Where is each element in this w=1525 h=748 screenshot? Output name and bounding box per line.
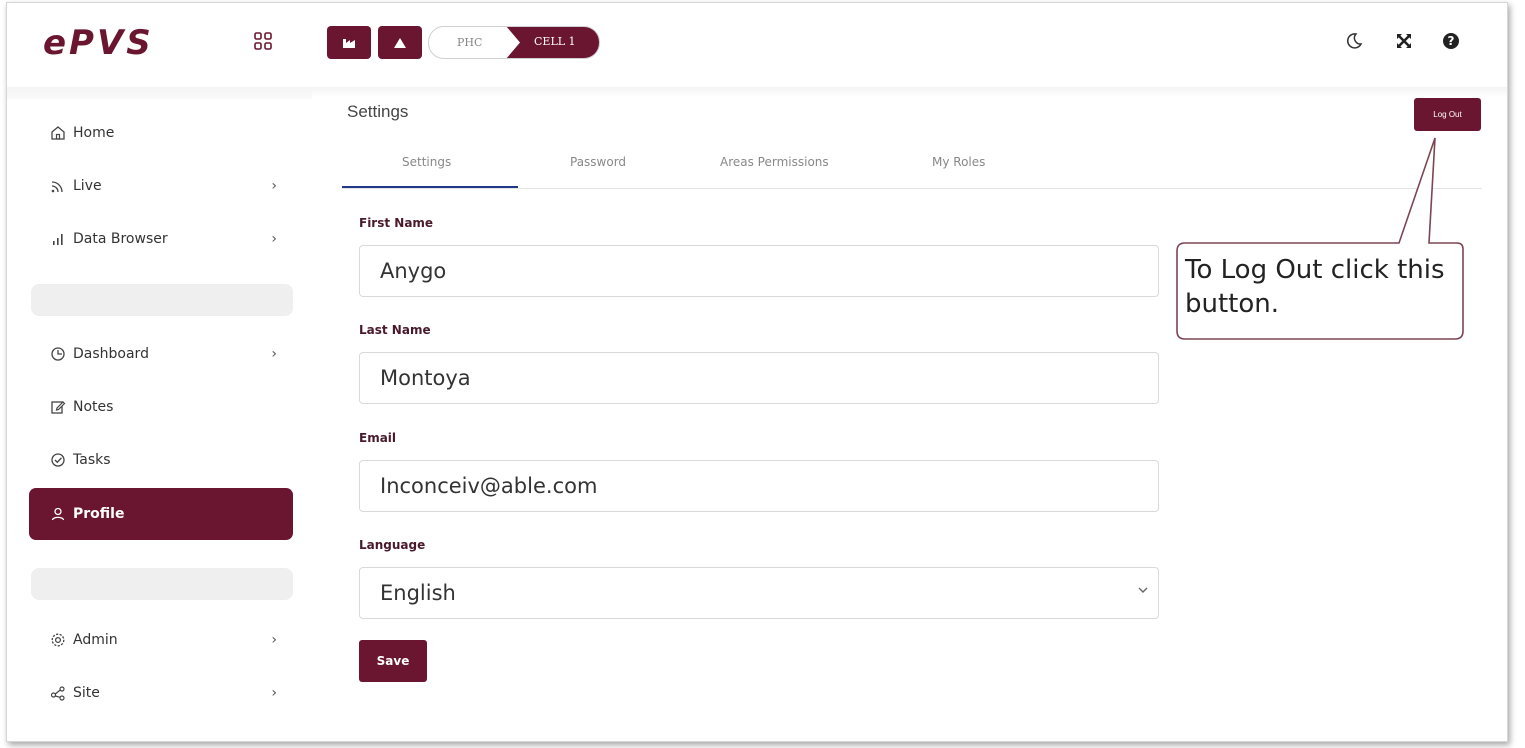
sidebar-item-admin[interactable]: Admin › — [29, 615, 293, 665]
chevron-right-icon: › — [271, 346, 277, 362]
tab-my-roles[interactable]: My Roles — [932, 155, 985, 169]
sidebar-item-label: Dashboard — [73, 346, 149, 362]
tab-settings[interactable]: Settings — [402, 155, 451, 169]
first-name-value: Anygo — [380, 259, 447, 283]
app-window: ePVS Home Live › Data Browser › Dashboar… — [6, 2, 1508, 742]
language-label: Language — [359, 538, 426, 552]
first-name-field[interactable]: Anygo — [359, 245, 1159, 297]
sidebar-section-placeholder — [31, 284, 293, 316]
site-view-button[interactable] — [378, 26, 422, 59]
chevron-right-icon: › — [271, 231, 277, 247]
rss-icon — [49, 177, 67, 195]
language-select[interactable]: English — [359, 567, 1159, 619]
edit-icon — [49, 398, 67, 416]
breadcrumb-level-1[interactable]: PHC — [457, 36, 482, 49]
first-name-label: First Name — [359, 216, 434, 230]
home-icon — [49, 124, 67, 142]
factory-icon — [343, 38, 355, 48]
fullscreen-icon[interactable] — [1393, 30, 1415, 52]
chevron-right-icon: › — [271, 685, 277, 701]
chevron-right-icon: › — [271, 632, 277, 648]
sidebar-item-label: Data Browser — [73, 231, 168, 247]
last-name-field[interactable]: Montoya — [359, 352, 1159, 404]
last-name-label: Last Name — [359, 323, 431, 337]
tab-areas-permissions[interactable]: Areas Permissions — [720, 155, 829, 169]
language-value: English — [380, 581, 456, 605]
sidebar-item-tasks[interactable]: Tasks — [29, 435, 293, 485]
area-view-button[interactable] — [327, 26, 371, 59]
sidebar-item-label: Admin — [73, 632, 118, 648]
sidebar-item-live[interactable]: Live › — [29, 161, 293, 211]
tab-password[interactable]: Password — [570, 155, 626, 169]
apps-grid-icon[interactable] — [254, 32, 272, 50]
breadcrumb[interactable]: PHC CELL 1 — [428, 26, 600, 59]
sidebar-item-label: Live — [73, 178, 102, 194]
topbar-divider — [312, 87, 1507, 97]
sidebar: ePVS Home Live › Data Browser › Dashboar… — [7, 3, 312, 741]
sidebar-item-label: Profile — [73, 506, 125, 522]
breadcrumb-level-2-container[interactable]: CELL 1 — [506, 27, 599, 58]
sidebar-item-label: Notes — [73, 399, 114, 415]
email-value: Inconceiv@able.com — [380, 474, 598, 498]
svg-text:?: ? — [1448, 34, 1455, 48]
sidebar-section-placeholder — [31, 568, 293, 600]
logout-button[interactable]: Log Out — [1414, 98, 1481, 131]
bar-chart-icon — [49, 230, 67, 248]
last-name-value: Montoya — [380, 366, 471, 390]
sidebar-item-data-browser[interactable]: Data Browser › — [29, 214, 293, 264]
top-bar: PHC CELL 1 ? — [312, 3, 1507, 87]
check-circle-icon — [49, 451, 67, 469]
sidebar-item-dashboard[interactable]: Dashboard › — [29, 329, 293, 379]
clock-icon — [49, 345, 67, 363]
sidebar-divider — [7, 87, 312, 99]
active-tab-indicator — [342, 186, 518, 188]
moon-icon[interactable] — [1343, 30, 1365, 52]
email-field[interactable]: Inconceiv@able.com — [359, 460, 1159, 512]
user-icon — [49, 505, 67, 523]
warning-sign-icon — [394, 37, 406, 48]
share-icon — [49, 684, 67, 702]
email-label: Email — [359, 431, 397, 445]
app-logo: ePVS — [43, 23, 154, 63]
page-title: Settings — [347, 102, 409, 121]
sidebar-item-label: Site — [73, 685, 100, 701]
callout-text: To Log Out click this button. — [1185, 255, 1445, 319]
sidebar-item-profile[interactable]: Profile — [29, 488, 293, 540]
breadcrumb-level-2: CELL 1 — [534, 35, 576, 48]
sidebar-item-site[interactable]: Site › — [29, 668, 293, 718]
sidebar-item-home[interactable]: Home — [29, 108, 293, 158]
help-icon[interactable]: ? — [1440, 30, 1462, 52]
sidebar-item-label: Tasks — [73, 452, 111, 468]
sidebar-item-notes[interactable]: Notes — [29, 382, 293, 432]
chevron-right-icon: › — [271, 178, 277, 194]
gear-icon — [49, 631, 67, 649]
chevron-down-icon — [1138, 587, 1148, 593]
sidebar-item-label: Home — [73, 125, 115, 141]
save-button[interactable]: Save — [359, 640, 427, 682]
